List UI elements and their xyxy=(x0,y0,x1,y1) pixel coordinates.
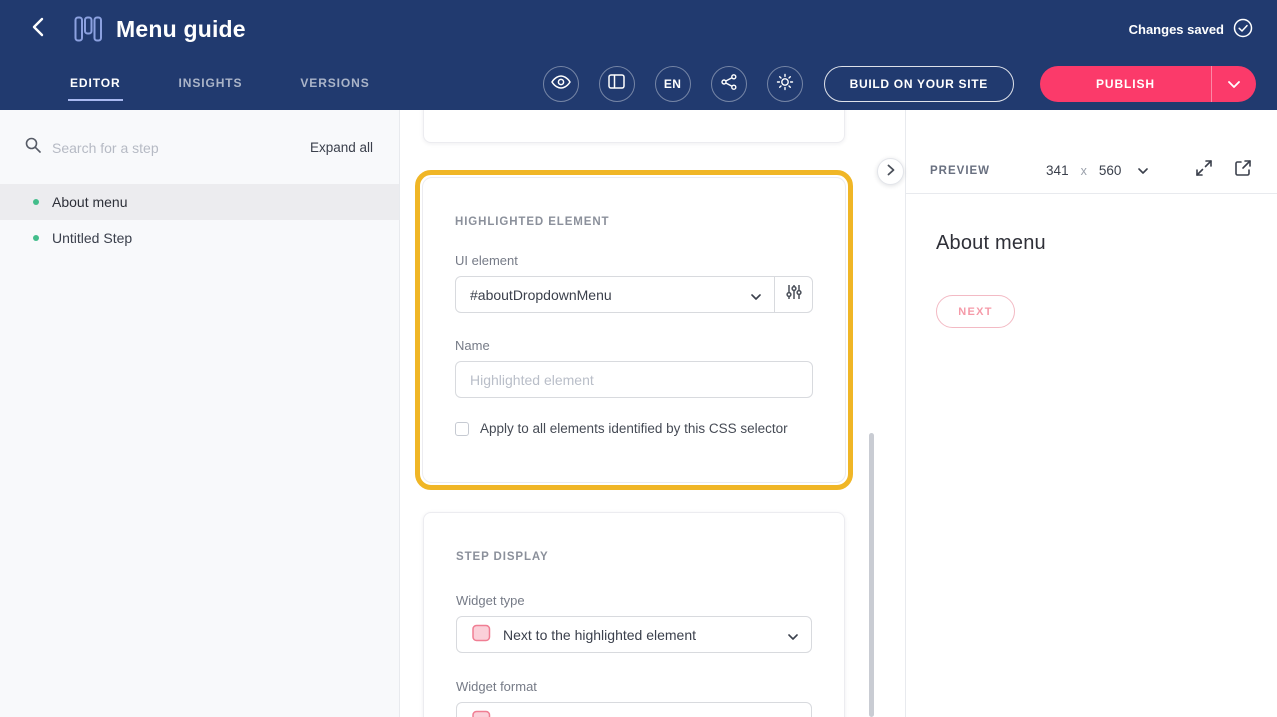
tab-editor[interactable]: EDITOR xyxy=(70,76,121,92)
page-title: Menu guide xyxy=(116,16,246,43)
widget-type-value: Next to the highlighted element xyxy=(503,627,776,643)
preview-eye-button[interactable] xyxy=(543,66,579,102)
step-item-untitled-step[interactable]: Untitled Step xyxy=(0,220,399,256)
viewport-size-dropdown[interactable]: 341 x 560 xyxy=(1046,163,1148,178)
sliders-icon xyxy=(786,284,802,305)
tooltip-widget-icon xyxy=(471,624,491,645)
steps-sidebar: Expand all About menu Untitled Step xyxy=(0,110,400,717)
chevron-down-icon xyxy=(788,627,798,643)
toolbar-icon-buttons: EN xyxy=(543,66,803,102)
preview-actions xyxy=(1195,159,1252,182)
preview-panel-toggle-button[interactable] xyxy=(877,158,904,185)
settings-button[interactable] xyxy=(767,66,803,102)
chevron-down-icon xyxy=(1228,75,1240,93)
highlighted-element-name-input[interactable] xyxy=(455,361,813,398)
tab-insights[interactable]: INSIGHTS xyxy=(179,76,243,92)
back-chevron-icon xyxy=(31,17,44,42)
widget-format-select[interactable] xyxy=(456,702,812,717)
preview-step-title: About menu xyxy=(936,232,1277,255)
widget-type-select[interactable]: Next to the highlighted element xyxy=(456,616,812,653)
expand-all-link[interactable]: Expand all xyxy=(310,140,373,155)
apply-all-checkbox[interactable] xyxy=(455,422,469,436)
previous-settings-card-partial xyxy=(423,110,845,143)
step-item-label: About menu xyxy=(52,194,128,210)
highlighted-element-card-highlight-ring: HIGHLIGHTED ELEMENT UI element #aboutDro… xyxy=(415,170,853,490)
tooltip-widget-icon xyxy=(471,710,491,717)
top-bar: Menu guide Changes saved EDITOR INSIGHTS… xyxy=(0,0,1277,110)
highlighted-element-card: HIGHLIGHTED ELEMENT UI element #aboutDro… xyxy=(422,177,846,483)
preview-panel-title: PREVIEW xyxy=(930,165,990,177)
share-button[interactable] xyxy=(711,66,747,102)
section-title: STEP DISPLAY xyxy=(456,513,812,563)
preview-next-label: NEXT xyxy=(958,306,993,318)
changes-saved-label: Changes saved xyxy=(1129,22,1224,37)
eye-icon xyxy=(551,75,571,94)
section-title: HIGHLIGHTED ELEMENT xyxy=(455,178,813,228)
tab-versions[interactable]: VERSIONS xyxy=(300,76,369,92)
widget-format-label: Widget format xyxy=(456,679,812,694)
step-status-dot xyxy=(33,235,39,241)
selector-settings-button[interactable] xyxy=(774,276,813,313)
step-status-dot xyxy=(33,199,39,205)
build-on-your-site-label: BUILD ON YOUR SITE xyxy=(850,77,988,91)
preview-panel: PREVIEW 341 x 560 xyxy=(905,110,1277,717)
language-button[interactable]: EN xyxy=(655,66,691,102)
preview-viewport: About menu NEXT xyxy=(906,232,1277,328)
dimension-separator: x xyxy=(1081,164,1087,178)
ui-element-select[interactable]: #aboutDropdownMenu xyxy=(455,276,775,313)
step-display-card: STEP DISPLAY Widget type Next to the hig… xyxy=(423,512,845,717)
ui-element-value: #aboutDropdownMenu xyxy=(470,287,751,303)
check-circle-icon xyxy=(1233,18,1253,41)
chevron-down-icon xyxy=(1138,168,1148,174)
layout-icon xyxy=(608,74,625,94)
changes-saved-status: Changes saved xyxy=(1129,18,1253,41)
top-bar-toolbar-row: EDITOR INSIGHTS VERSIONS EN xyxy=(0,58,1277,110)
apply-all-label: Apply to all elements identified by this… xyxy=(480,421,788,436)
name-label: Name xyxy=(455,338,813,353)
step-search-input[interactable] xyxy=(52,140,310,156)
build-on-your-site-button[interactable]: BUILD ON YOUR SITE xyxy=(824,66,1014,102)
widget-type-label: Widget type xyxy=(456,593,812,608)
step-settings-panel: HIGHLIGHTED ELEMENT UI element #aboutDro… xyxy=(400,110,905,717)
viewport-height-value: 560 xyxy=(1099,163,1122,178)
fullscreen-preview-button[interactable] xyxy=(1195,159,1213,182)
chevron-down-icon xyxy=(751,287,761,303)
viewport-width-value: 341 xyxy=(1046,163,1069,178)
step-item-label: Untitled Step xyxy=(52,230,132,246)
expand-icon xyxy=(1195,159,1213,182)
step-item-about-menu[interactable]: About menu xyxy=(0,184,399,220)
share-icon xyxy=(721,74,737,95)
ui-element-select-row: #aboutDropdownMenu xyxy=(455,276,813,313)
gear-icon xyxy=(776,73,794,96)
search-icon xyxy=(25,137,41,158)
back-button[interactable] xyxy=(24,16,50,42)
publish-button[interactable]: PUBLISH xyxy=(1040,66,1256,102)
preview-next-button[interactable]: NEXT xyxy=(936,295,1015,328)
columns-logo-icon xyxy=(74,16,102,42)
open-in-new-tab-button[interactable] xyxy=(1234,159,1252,182)
steps-list: About menu Untitled Step xyxy=(0,184,399,256)
layout-button[interactable] xyxy=(599,66,635,102)
external-link-icon xyxy=(1234,159,1252,182)
app-window: Menu guide Changes saved EDITOR INSIGHTS… xyxy=(0,0,1277,717)
top-bar-title-row: Menu guide Changes saved xyxy=(0,0,1277,58)
publish-label[interactable]: PUBLISH xyxy=(1040,66,1211,102)
chevron-right-icon xyxy=(887,163,895,181)
step-search-row: Expand all xyxy=(0,110,399,158)
editor-tabs: EDITOR INSIGHTS VERSIONS xyxy=(70,76,370,92)
apply-all-row: Apply to all elements identified by this… xyxy=(455,421,813,436)
language-label: EN xyxy=(664,77,681,91)
preview-header: PREVIEW 341 x 560 xyxy=(906,148,1277,194)
ui-element-label: UI element xyxy=(455,253,813,268)
settings-scrollbar-thumb[interactable] xyxy=(869,433,874,717)
publish-dropdown-toggle[interactable] xyxy=(1212,66,1256,102)
